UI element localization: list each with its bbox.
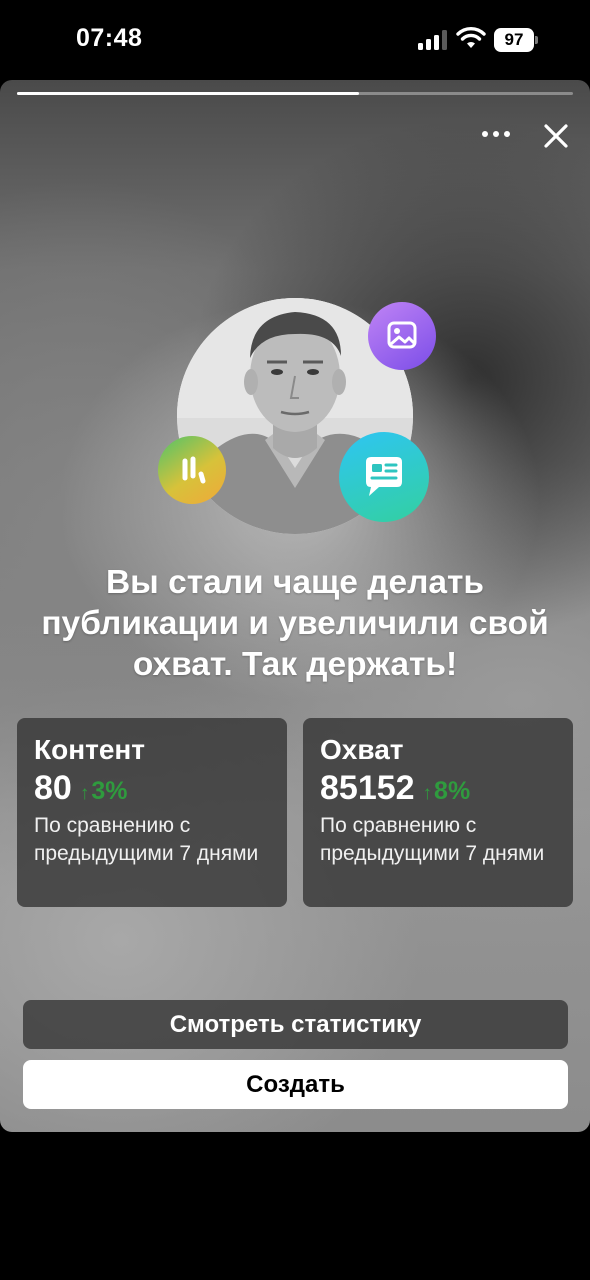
- status-bar: 07:48 97: [0, 0, 590, 80]
- stats-icon: [158, 436, 226, 504]
- arrow-up-icon: ↑: [79, 783, 90, 804]
- metric-caption: По сравнению с предыдущими 7 днями: [320, 814, 545, 865]
- story-headline: Вы стали чаще делать публикации и увелич…: [41, 564, 549, 683]
- more-icon[interactable]: [478, 120, 514, 148]
- create-button[interactable]: Создать: [23, 1060, 568, 1109]
- battery-level: 97: [504, 30, 524, 49]
- arrow-up-icon: ↑: [422, 783, 433, 804]
- metric-change: ↑ 8%: [423, 777, 471, 806]
- metric-value: 80: [34, 769, 72, 807]
- story-progress-bar: [17, 92, 573, 95]
- metric-change-value: 3%: [91, 777, 128, 805]
- story-progress-fill: [17, 92, 359, 95]
- metric-change-value: 8%: [434, 777, 471, 805]
- battery-icon: 97: [494, 28, 540, 52]
- metric-change: ↑ 3%: [80, 777, 128, 806]
- photo-icon: [368, 302, 436, 370]
- signal-icon: [418, 30, 450, 50]
- metric-title: Контент: [34, 734, 146, 765]
- metric-card-reach: Охват 85152 ↑ 8% По сравнению с предыдущ…: [303, 718, 573, 907]
- metric-card-content: Контент 80 ↑ 3% По сравнению с предыдущи…: [17, 718, 287, 907]
- wifi-icon: [456, 27, 486, 48]
- metric-caption: По сравнению с предыдущими 7 днями: [34, 814, 259, 865]
- story-card[interactable]: Вы стали чаще делать публикации и увелич…: [0, 80, 590, 1132]
- close-icon[interactable]: [540, 120, 572, 152]
- metric-value: 85152: [320, 769, 415, 807]
- status-time: 07:48: [76, 24, 143, 52]
- view-statistics-button[interactable]: Смотреть статистику: [23, 1000, 568, 1049]
- metric-title: Охват: [320, 734, 404, 765]
- chat-icon: [339, 432, 429, 522]
